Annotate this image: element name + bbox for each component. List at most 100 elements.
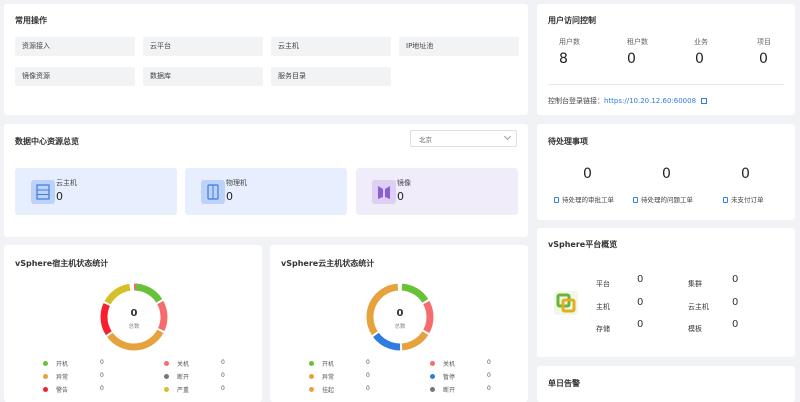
platform-stat-value: 0 — [732, 297, 739, 308]
legend-dot — [309, 387, 314, 392]
pending-link-issue[interactable]: 待处理的问题工单 — [633, 194, 693, 204]
legend-label: 关机 — [443, 361, 456, 368]
platform-overview-card: vSphere平台概览 平台 0 集群 0 主机 0 云主机 0 存储 0 模板… — [537, 228, 795, 357]
host-status-title: vSphere宿主机状态统计 — [15, 259, 109, 268]
datacenter-overview-title: 数据中心资源总览 — [15, 137, 79, 146]
region-select[interactable]: 北京 — [410, 130, 517, 147]
physical-machine-icon — [201, 180, 225, 204]
platform-stat-label: 平台 — [596, 280, 610, 288]
legend-label: 异常 — [56, 374, 69, 381]
legend-dot — [164, 374, 169, 379]
donut-center-value: 0 — [130, 308, 138, 319]
legend-value: 0 — [100, 372, 104, 379]
pending-label-orders: 未支付订单 — [731, 196, 764, 204]
pending-items-title: 待处理事项 — [548, 137, 588, 146]
stat-label-users: 用户数 — [559, 38, 580, 46]
legend-dot — [43, 361, 48, 366]
daily-alarms-card: 单日告警 — [537, 366, 795, 402]
copy-icon[interactable] — [701, 98, 708, 104]
quick-button-database[interactable]: 数据库 — [143, 67, 263, 86]
stat-label-projects: 项目 — [757, 38, 771, 46]
document-icon — [554, 197, 559, 203]
donut-center-label: 总数 — [128, 324, 140, 330]
vm-status-title: vSphere云主机状态统计 — [281, 259, 375, 268]
stat-label-tenants: 租户数 — [627, 38, 648, 46]
resource-tile-image[interactable]: 镜像 0 — [356, 168, 518, 215]
legend-value: 0 — [221, 385, 225, 392]
legend-value: 0 — [221, 372, 225, 379]
quick-button-resource-access[interactable]: 资源接入 — [15, 37, 135, 56]
legend-dot — [43, 387, 48, 392]
pending-link-orders[interactable]: 未支付订单 — [723, 194, 764, 204]
legend-value: 0 — [366, 359, 370, 366]
pending-value-orders: 0 — [741, 166, 750, 182]
pending-items-card: 待处理事项 0 0 0 待处理的审批工单 待处理的问题工单 未支付订单 — [537, 124, 795, 220]
chevron-down-icon — [503, 132, 512, 141]
stat-label-business: 业务 — [694, 38, 708, 46]
quick-button-image-resource[interactable]: 镜像资源 — [15, 67, 135, 86]
pending-link-approval[interactable]: 待处理的审批工单 — [554, 194, 614, 204]
legend-dot — [430, 374, 435, 379]
legend-label: 严重 — [177, 387, 190, 394]
pending-value-approval: 0 — [583, 166, 592, 182]
legend-dot — [164, 387, 169, 392]
resource-label: 镜像 — [397, 179, 411, 187]
resource-label: 物理机 — [226, 179, 247, 187]
legend-value: 0 — [487, 359, 491, 366]
legend-label: 暂停 — [443, 374, 456, 381]
legend-value: 0 — [366, 372, 370, 379]
resource-tile-cloud-host[interactable]: 云主机 0 — [15, 168, 177, 215]
common-ops-title: 常用操作 — [15, 16, 47, 25]
quick-button-cloud-host[interactable]: 云主机 — [271, 37, 391, 56]
console-link-label: 控制台登录链接： — [548, 97, 604, 105]
donut-center-value: 0 — [396, 308, 404, 319]
quick-button-cloud-platform[interactable]: 云平台 — [143, 37, 263, 56]
access-control-card: 用户访问控制 用户数 8 租户数 0 业务 0 项目 0 控制台登录链接：htt… — [537, 4, 795, 115]
stat-value-projects: 0 — [759, 51, 768, 67]
resource-value: 0 — [56, 190, 63, 203]
common-ops-card: 常用操作 资源接入 云平台 云主机 IP地址池 镜像资源 数据库 服务目录 — [4, 4, 528, 115]
legend-value: 0 — [100, 385, 104, 392]
platform-stat-value: 0 — [637, 274, 644, 285]
pending-value-issue: 0 — [662, 166, 671, 182]
legend-label: 异常 — [322, 374, 335, 381]
resource-tile-physical[interactable]: 物理机 0 — [185, 168, 347, 215]
platform-overview-title: vSphere平台概览 — [548, 240, 618, 249]
console-link-url[interactable]: https://10.20.12.60:60008 — [604, 97, 696, 105]
legend-value: 0 — [366, 385, 370, 392]
legend-value: 0 — [487, 372, 491, 379]
quick-button-ip-pool[interactable]: IP地址池 — [399, 37, 519, 56]
legend-value: 0 — [221, 359, 225, 366]
quick-button-service-catalog[interactable]: 服务目录 — [271, 67, 391, 86]
server-icon — [31, 180, 55, 204]
legend-dot — [309, 361, 314, 366]
document-icon — [633, 197, 638, 203]
image-icon — [372, 180, 396, 204]
legend-label: 挂起 — [322, 387, 335, 394]
platform-stat-label: 模板 — [688, 325, 702, 333]
legend-dot — [309, 374, 314, 379]
pending-label-issue: 待处理的问题工单 — [641, 196, 693, 204]
platform-stat-label: 云主机 — [688, 303, 709, 311]
platform-stat-label: 存储 — [596, 325, 610, 333]
legend-dot — [164, 361, 169, 366]
pending-label-approval: 待处理的审批工单 — [562, 196, 614, 204]
platform-stat-label: 集群 — [688, 280, 702, 288]
legend-dot — [43, 374, 48, 379]
legend-value: 0 — [487, 385, 491, 392]
legend-value: 0 — [100, 359, 104, 366]
access-control-title: 用户访问控制 — [548, 16, 596, 25]
vm-status-card: vSphere云主机状态统计 0 总数 开机 0 关机 0 异常 0 暂停 0 … — [270, 245, 528, 402]
platform-stat-value: 0 — [732, 319, 739, 330]
legend-label: 开机 — [56, 361, 69, 368]
platform-stat-value: 0 — [637, 297, 644, 308]
resource-value: 0 — [226, 190, 233, 203]
legend-label: 断开 — [443, 387, 456, 394]
region-select-value: 北京 — [419, 136, 432, 144]
host-status-card: vSphere宿主机状态统计 0 总数 开机 0 关机 0 异常 0 断开 0 … — [4, 245, 262, 402]
stat-value-tenants: 0 — [627, 51, 636, 67]
daily-alarms-title: 单日告警 — [548, 379, 580, 388]
stat-value-business: 0 — [695, 51, 704, 67]
legend-label: 开机 — [322, 361, 335, 368]
donut-center-label: 总数 — [394, 324, 406, 330]
